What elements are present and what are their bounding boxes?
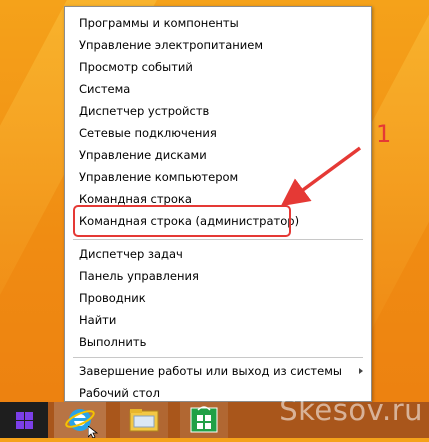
annotation-arrow-icon [280,146,362,207]
windows-store-icon [190,406,218,433]
watermark: Skesov.ru [279,393,423,427]
mouse-cursor-icon [88,426,99,438]
taskbar-file-explorer[interactable] [120,402,168,438]
taskbar-windows-store[interactable] [180,402,228,438]
windows-logo-icon [15,411,33,429]
file-explorer-icon [129,409,159,432]
start-button[interactable] [0,402,48,438]
